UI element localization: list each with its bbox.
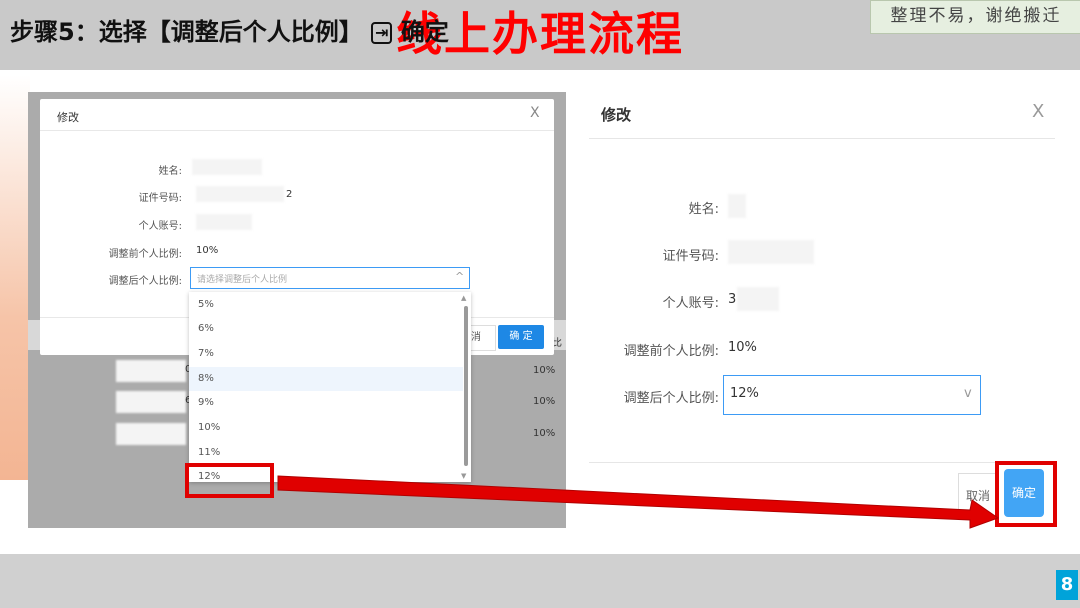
- dropdown-option[interactable]: 10%: [189, 416, 463, 440]
- field-label-id: 证件号码:: [662, 249, 719, 264]
- left-decoration: [0, 75, 30, 480]
- account-value-redacted: [196, 214, 252, 230]
- table-cell-redacted: [116, 360, 186, 382]
- highlight-box-option: [185, 463, 274, 498]
- account-value-redacted: [737, 287, 779, 311]
- table-cell-pct: 10%: [533, 396, 556, 407]
- page-number-badge: 8: [1056, 570, 1078, 600]
- select-value: 12%: [730, 386, 759, 401]
- dropdown-option[interactable]: 11%: [189, 441, 463, 465]
- name-value-redacted: [728, 194, 746, 218]
- field-label-account: 个人账号:: [138, 221, 182, 232]
- id-value-redacted: [196, 186, 284, 202]
- modal-divider: [40, 130, 554, 131]
- dropdown-option[interactable]: 5%: [189, 293, 463, 317]
- field-label-after-ratio: 调整后个人比例:: [108, 276, 182, 287]
- close-icon[interactable]: X: [1032, 101, 1044, 122]
- field-label-name: 姓名:: [688, 202, 719, 217]
- name-value-redacted: [192, 159, 262, 175]
- after-ratio-select[interactable]: 12% v: [723, 375, 981, 415]
- arrow-right-icon: ⇥: [371, 22, 393, 44]
- table-cell-pct: 10%: [533, 365, 556, 376]
- field-label-name: 姓名:: [158, 166, 182, 177]
- id-value-tail: 2: [286, 189, 293, 200]
- select-placeholder: 请选择调整后个人比例: [197, 275, 288, 285]
- footer-bar: [0, 554, 1080, 608]
- dropdown-scrollbar[interactable]: [464, 306, 468, 466]
- dropdown-option-hovered[interactable]: 8%: [189, 367, 463, 391]
- field-label-account: 个人账号:: [662, 296, 719, 311]
- highlight-box-confirm: [995, 461, 1057, 527]
- field-label-id: 证件号码:: [138, 193, 182, 204]
- step-text: 步骤5：选择【调整后个人比例】: [10, 18, 363, 46]
- id-value-redacted: [728, 240, 814, 264]
- modal-divider: [589, 138, 1055, 139]
- field-label-after-ratio: 调整后个人比例:: [623, 391, 719, 406]
- table-cell-pct: 10%: [533, 428, 556, 439]
- dropdown-option[interactable]: 9%: [189, 391, 463, 415]
- field-label-before-ratio: 调整前个人比例:: [108, 249, 182, 260]
- note-box: 整理不易，谢绝搬迁: [870, 0, 1080, 34]
- table-cell-redacted: [116, 423, 186, 445]
- dropdown-option[interactable]: 6%: [189, 317, 463, 341]
- confirm-button[interactable]: 确 定: [498, 325, 544, 349]
- close-icon[interactable]: X: [530, 105, 540, 121]
- dropdown-option[interactable]: 7%: [189, 342, 463, 366]
- modal-title: 修改: [57, 111, 79, 124]
- chevron-down-icon: v: [964, 386, 972, 401]
- modal-title: 修改: [601, 106, 632, 124]
- table-cell-redacted: [116, 391, 186, 413]
- ratio-dropdown: ▲ 5% 6% 7% 8% 9% 10% 11% 12% ▼: [189, 292, 471, 482]
- step-action: 确定: [400, 18, 449, 46]
- red-arrow-icon: [277, 475, 1000, 529]
- before-ratio-value: 10%: [196, 245, 219, 256]
- step-instruction: 步骤5：选择【调整后个人比例】 ⇥ 确定: [10, 12, 449, 47]
- chevron-up-icon: ^: [455, 270, 465, 283]
- field-label-before-ratio: 调整前个人比例:: [623, 344, 719, 359]
- before-ratio-value: 10%: [728, 340, 757, 355]
- after-ratio-select[interactable]: 请选择调整后个人比例 ^: [190, 267, 470, 289]
- modal-footer-divider: [589, 462, 1055, 463]
- account-value-head: 3: [728, 292, 737, 307]
